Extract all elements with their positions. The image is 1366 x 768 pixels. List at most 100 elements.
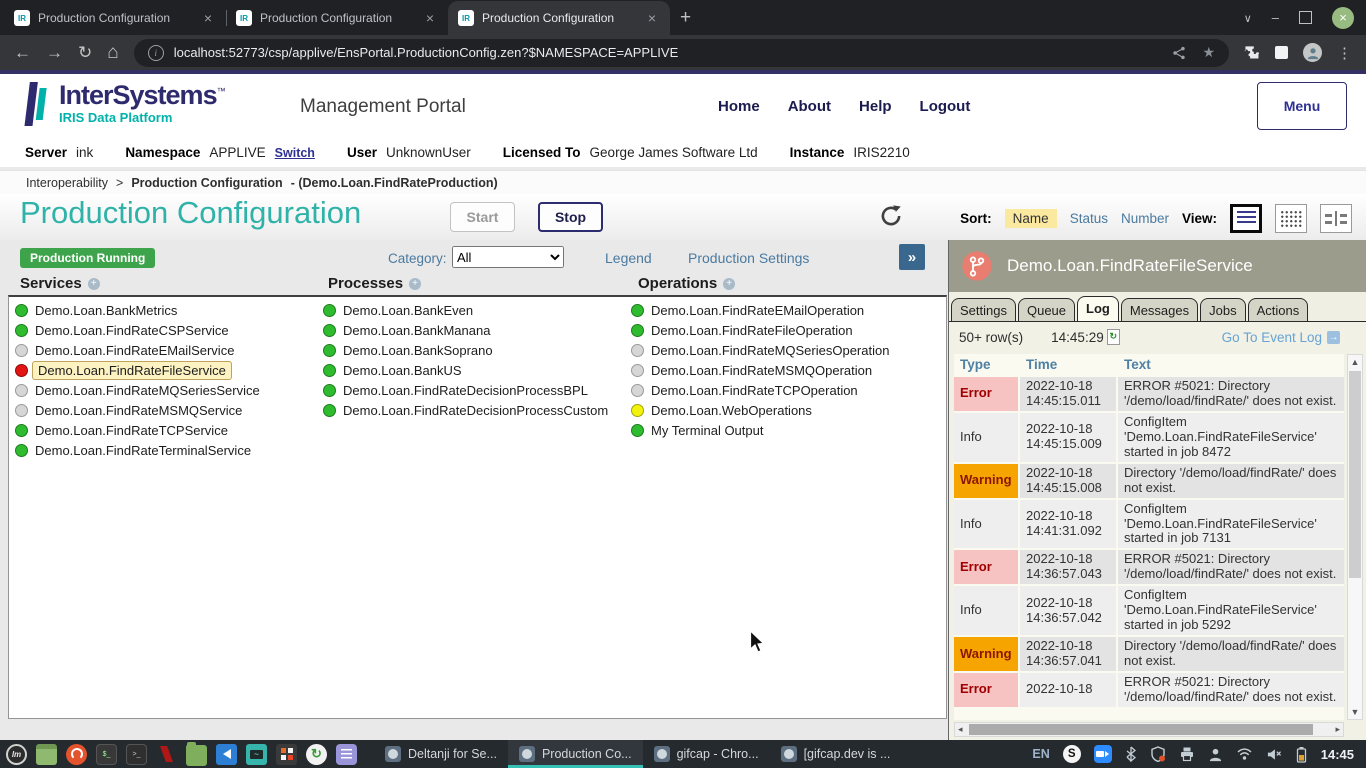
production-settings-link[interactable]: Production Settings — [688, 250, 809, 266]
config-item[interactable]: Demo.Loan.FindRateTCPOperation — [631, 380, 889, 400]
stop-button[interactable]: Stop — [538, 202, 603, 232]
window-minimize-icon[interactable] — [1272, 10, 1279, 25]
video-call-tray-icon[interactable] — [1094, 745, 1112, 763]
terminal-teal-icon[interactable] — [246, 744, 267, 765]
tab-log[interactable]: Log — [1077, 296, 1119, 321]
menu-button[interactable]: Menu — [1257, 82, 1347, 130]
tab-settings[interactable]: Settings — [951, 298, 1016, 321]
legend-link[interactable]: Legend — [605, 250, 652, 266]
config-item[interactable]: Demo.Loan.FindRateEMailOperation — [631, 300, 889, 320]
tab-jobs[interactable]: Jobs — [1200, 298, 1245, 321]
tab-close-icon[interactable] — [644, 10, 660, 26]
browser-menu-icon[interactable] — [1337, 44, 1352, 61]
refresh-icon[interactable] — [878, 203, 904, 229]
taskbar-window[interactable]: gifcap - Chro... — [643, 740, 770, 768]
extensions-puzzle-icon[interactable] — [1244, 45, 1260, 61]
browser-tab[interactable]: Production Configuration — [4, 1, 226, 35]
horizontal-scroll-thumb[interactable] — [969, 724, 1313, 735]
auto-refresh-icon[interactable] — [1107, 329, 1120, 345]
red-app-icon[interactable] — [156, 744, 177, 765]
config-item[interactable]: Demo.Loan.WebOperations — [631, 400, 889, 420]
extension-icon[interactable] — [1275, 46, 1288, 59]
sort-status[interactable]: Status — [1070, 211, 1108, 226]
scroll-down-icon[interactable] — [1348, 707, 1362, 717]
site-info-icon[interactable] — [148, 45, 164, 61]
scroll-left-icon[interactable] — [958, 724, 963, 735]
window-close-icon[interactable] — [1332, 7, 1354, 29]
window-app-icon[interactable] — [36, 744, 57, 765]
tab-actions[interactable]: Actions — [1248, 298, 1309, 321]
config-item[interactable]: Demo.Loan.BankSoprano — [323, 340, 608, 360]
orange-app-icon[interactable] — [66, 744, 87, 765]
horizontal-scrollbar[interactable] — [954, 722, 1344, 737]
config-item[interactable]: Demo.Loan.FindRateTCPService — [15, 420, 260, 440]
new-tab-button[interactable] — [670, 7, 705, 35]
terminal-dark2-icon[interactable] — [126, 744, 147, 765]
config-item[interactable]: Demo.Loan.FindRateMQSeriesService — [15, 380, 260, 400]
profile-avatar[interactable] — [1303, 43, 1322, 62]
config-item[interactable]: Demo.Loan.FindRateCSPService — [15, 320, 260, 340]
config-item[interactable]: Demo.Loan.BankMetrics — [15, 300, 260, 320]
config-item[interactable]: Demo.Loan.FindRateMQSeriesOperation — [631, 340, 889, 360]
keyboard-layout-indicator[interactable]: EN — [1032, 747, 1049, 761]
printer-icon[interactable] — [1179, 746, 1195, 762]
nav-about[interactable]: About — [788, 98, 831, 115]
go-to-event-log-link[interactable]: Go To Event Log — [1222, 330, 1340, 345]
config-item[interactable]: Demo.Loan.BankEven — [323, 300, 608, 320]
calculator-icon[interactable] — [276, 744, 297, 765]
category-select[interactable]: All — [452, 246, 564, 268]
config-item[interactable]: Demo.Loan.FindRateMSMQService — [15, 400, 260, 420]
config-item[interactable]: Demo.Loan.FindRateFileOperation — [631, 320, 889, 340]
home-icon[interactable] — [107, 43, 118, 62]
tab-close-icon[interactable] — [422, 10, 438, 26]
timeshift-icon[interactable] — [306, 744, 327, 765]
taskbar-window[interactable]: Deltanji for Se... — [374, 740, 508, 768]
mint-menu-icon[interactable] — [6, 744, 27, 765]
config-item[interactable]: My Terminal Output — [631, 420, 889, 440]
user-session-icon[interactable] — [1208, 747, 1223, 762]
browser-tab[interactable]: Production Configuration — [226, 1, 448, 35]
sort-name[interactable]: Name — [1005, 209, 1057, 228]
share-icon[interactable] — [1172, 46, 1186, 60]
bluetooth-icon[interactable] — [1125, 746, 1137, 762]
scroll-right-icon[interactable] — [1335, 724, 1340, 735]
config-item[interactable]: Demo.Loan.FindRateDecisionProcessBPL — [323, 380, 608, 400]
config-item[interactable]: Demo.Loan.FindRateDecisionProcessCustom — [323, 400, 608, 420]
taskbar-window[interactable]: [gifcap.dev is ... — [770, 740, 902, 768]
tab-search-chevron-icon[interactable] — [1244, 10, 1252, 25]
firewall-shield-icon[interactable] — [1150, 746, 1166, 762]
switch-link[interactable]: Switch — [275, 146, 315, 160]
add-operation-icon[interactable] — [723, 278, 735, 290]
folder-app-icon[interactable] — [186, 745, 207, 766]
tab-queue[interactable]: Queue — [1018, 298, 1075, 321]
bookmark-star-icon[interactable] — [1202, 44, 1215, 61]
wifi-icon[interactable] — [1236, 747, 1253, 761]
browser-tab[interactable]: Production Configuration — [448, 1, 670, 35]
scroll-up-icon[interactable] — [1348, 357, 1362, 367]
taskbar-window[interactable]: Production Co... — [508, 740, 643, 768]
sort-number[interactable]: Number — [1121, 211, 1169, 226]
add-process-icon[interactable] — [409, 278, 421, 290]
view-list-button[interactable] — [1230, 204, 1262, 233]
vertical-scrollbar[interactable] — [1347, 354, 1363, 720]
url-bar[interactable]: localhost:52773/csp/applive/EnsPortal.Pr… — [134, 39, 1229, 67]
window-maximize-icon[interactable] — [1299, 11, 1312, 24]
config-item[interactable]: Demo.Loan.FindRateEMailService — [15, 340, 260, 360]
expand-panel-button[interactable]: » — [899, 244, 925, 270]
vertical-scroll-thumb[interactable] — [1349, 371, 1361, 578]
view-split-button[interactable] — [1320, 204, 1352, 233]
config-item[interactable]: Demo.Loan.FindRateTerminalService — [15, 440, 260, 460]
vscode-icon[interactable] — [216, 744, 237, 765]
view-grid-button[interactable] — [1275, 204, 1307, 233]
reload-icon[interactable] — [78, 44, 92, 61]
nav-logout[interactable]: Logout — [920, 98, 971, 115]
notes-icon[interactable] — [336, 744, 357, 765]
forward-icon[interactable] — [46, 44, 63, 61]
start-button[interactable]: Start — [450, 202, 515, 232]
breadcrumb-root[interactable]: Interoperability — [26, 176, 108, 190]
config-item[interactable]: Demo.Loan.BankUS — [323, 360, 608, 380]
config-item[interactable]: Demo.Loan.FindRateFileService — [15, 360, 260, 380]
nav-home[interactable]: Home — [718, 98, 760, 115]
tab-messages[interactable]: Messages — [1121, 298, 1198, 321]
taskbar-clock[interactable]: 14:45 — [1321, 747, 1354, 762]
